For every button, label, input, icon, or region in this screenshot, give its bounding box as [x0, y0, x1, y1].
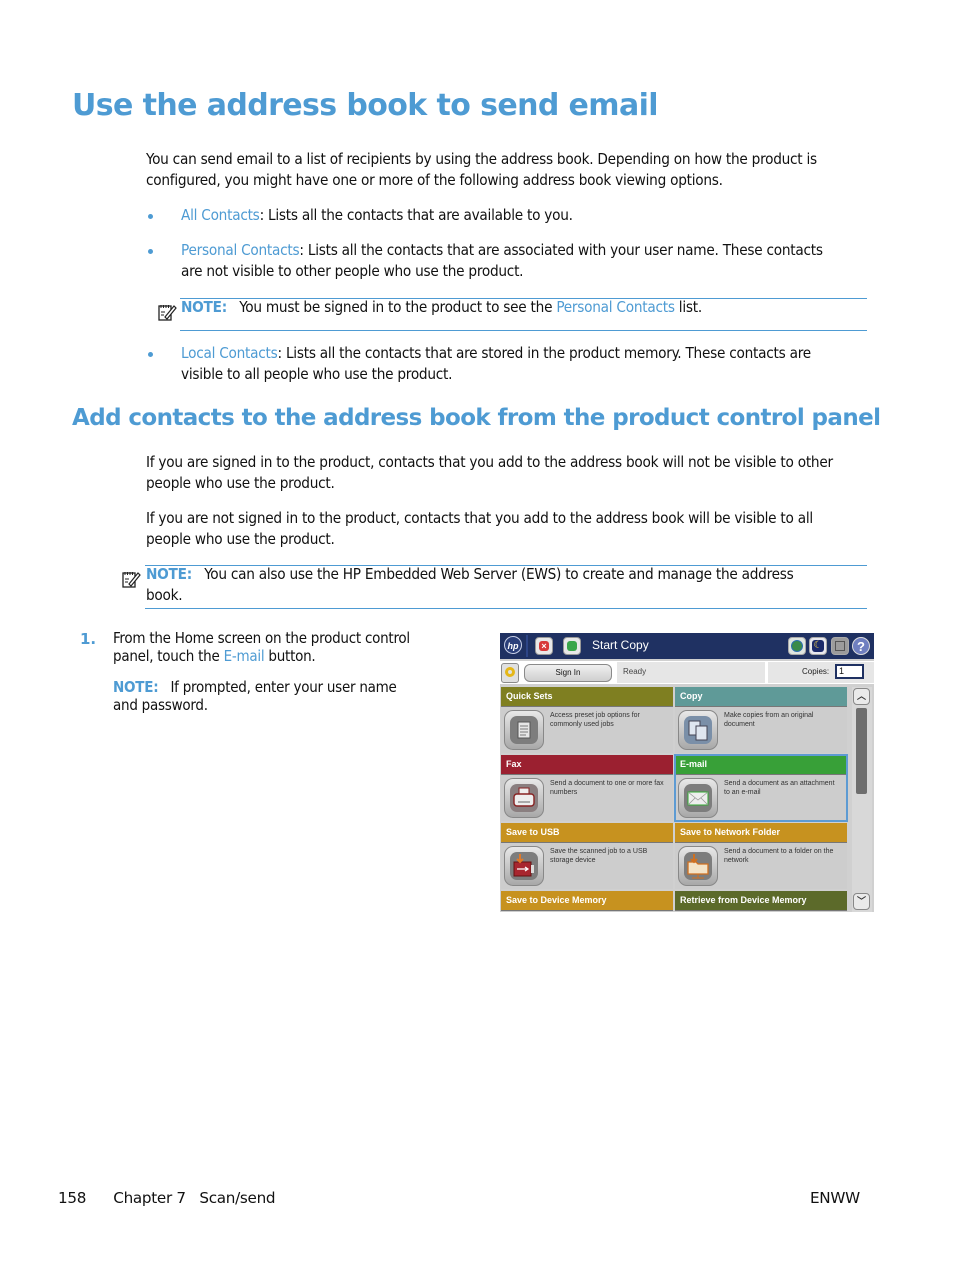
control-panel-top-bar: hp × Start Copy ☾ ? [500, 633, 874, 659]
usb-icon [504, 846, 544, 886]
all-contacts-link[interactable]: All Contacts [181, 206, 260, 224]
scroll-down-button[interactable]: ﹀ [853, 893, 870, 910]
option-all-contacts: All Contacts: Lists all the contacts tha… [181, 206, 573, 224]
step-1-text: From the Home screen on the product cont… [113, 629, 410, 665]
stop-button[interactable]: × [535, 637, 553, 655]
tile-title: E-mail [675, 755, 847, 775]
bullet-icon [148, 249, 153, 254]
section-label: Scan/send [199, 1189, 276, 1207]
tile-title: Fax [501, 755, 673, 775]
clipboard-icon [504, 710, 544, 750]
tile-fax[interactable]: Fax Send a document to one or more fax n… [501, 755, 673, 821]
bullet-icon [148, 214, 153, 219]
reset-button[interactable] [501, 663, 519, 683]
signed-in-paragraph: If you are signed in to the product, con… [146, 453, 833, 492]
tile-copy[interactable]: Copy Make copies from an original docume… [675, 687, 847, 753]
tile-save-to-usb[interactable]: Save to USB Save the scanned job to a US… [501, 823, 673, 889]
page-title: Use the address book to send email [72, 88, 659, 123]
tile-title: Quick Sets [501, 687, 673, 707]
step-number: 1. [80, 630, 97, 648]
tile-retrieve-from-device-memory[interactable]: Retrieve from Device Memory [675, 891, 847, 912]
language-button[interactable] [788, 637, 806, 655]
start-button[interactable] [563, 637, 581, 655]
copies-label: Copies: [802, 667, 830, 676]
stop-icon: × [539, 641, 549, 651]
status-bar: Sign In Ready Copies: 1 [500, 661, 874, 684]
tile-description: Make copies from an original document [724, 712, 814, 728]
personal-contacts-link[interactable]: Personal Contacts [556, 298, 675, 316]
section-title: Add contacts to the address book from th… [72, 405, 881, 431]
tile-title: Save to Device Memory [501, 891, 673, 911]
scrollbar-thumb[interactable] [856, 708, 867, 794]
status-text: Ready [617, 662, 765, 683]
network-icon [835, 641, 845, 651]
note-bottom-rule [180, 330, 867, 331]
tile-save-to-device-memory[interactable]: Save to Device Memory [501, 891, 673, 912]
local-contacts-link[interactable]: Local Contacts [181, 344, 278, 362]
note-label: NOTE: [146, 565, 192, 583]
start-copy-label: Start Copy [592, 638, 649, 652]
option-local-contacts: Local Contacts: Lists all the contacts t… [181, 344, 811, 383]
copies-input[interactable]: 1 [835, 664, 864, 679]
globe-icon [791, 640, 803, 652]
step-1-note: NOTE: If prompted, enter your user name … [113, 678, 397, 714]
note-ews: NOTE: You can also use the HP Embedded W… [146, 565, 794, 604]
sign-in-button[interactable]: Sign In [524, 664, 612, 682]
tile-title: Copy [675, 687, 847, 707]
help-button[interactable]: ? [852, 637, 870, 655]
fax-printer-icon [504, 778, 544, 818]
note-bottom-rule [145, 608, 867, 609]
scrollbar[interactable]: ︿ ﹀ [852, 687, 872, 912]
network-button[interactable] [831, 637, 849, 655]
note-personal-contacts: NOTE: You must be signed in to the produ… [181, 298, 702, 316]
note-label: NOTE: [113, 678, 159, 696]
tile-email[interactable]: E-mail Send a document as an attachment … [674, 754, 848, 822]
hp-logo: hp [502, 635, 528, 657]
note-label: NOTE: [181, 298, 227, 316]
sleep-button[interactable]: ☾ [809, 637, 827, 655]
reset-icon [505, 667, 515, 677]
tile-quick-sets[interactable]: Quick Sets Access preset job options for… [501, 687, 673, 753]
tile-title: Retrieve from Device Memory [675, 891, 847, 911]
start-icon [567, 641, 577, 651]
footer-left: 158 Chapter 7 Scan/send [58, 1189, 276, 1207]
page-number: 158 [58, 1189, 87, 1207]
copies-area: Copies: 1 [768, 662, 874, 683]
option-personal-contacts: Personal Contacts: Lists all the contact… [181, 241, 823, 280]
email-link[interactable]: E-mail [224, 647, 265, 665]
not-signed-in-paragraph: If you are not signed in to the product,… [146, 509, 813, 548]
tile-title: Save to Network Folder [675, 823, 847, 843]
network-folder-icon [678, 846, 718, 886]
tile-description: Access preset job options for commonly u… [550, 712, 640, 728]
tile-description: Send a document to a folder on the netwo… [724, 848, 834, 864]
tile-save-to-network-folder[interactable]: Save to Network Folder Send a document t… [675, 823, 847, 889]
intro-paragraph: You can send email to a list of recipien… [146, 150, 817, 189]
tile-title: Save to USB [501, 823, 673, 843]
note-pencil-icon [122, 572, 141, 588]
tile-description: Save the scanned job to a USB storage de… [550, 848, 648, 864]
note-pencil-icon [158, 305, 177, 321]
control-panel-screenshot: hp × Start Copy ☾ ? Sign In Ready Copies… [500, 633, 874, 912]
personal-contacts-link[interactable]: Personal Contacts [181, 241, 300, 259]
scroll-up-button[interactable]: ︿ [853, 688, 870, 705]
bullet-icon [148, 352, 153, 357]
footer-right: ENWW [810, 1189, 860, 1207]
tile-description: Send a document to one or more fax numbe… [550, 780, 664, 796]
chapter-label: Chapter 7 [113, 1189, 186, 1207]
moon-icon: ☾ [812, 640, 824, 652]
copy-documents-icon [678, 710, 718, 750]
envelope-icon [678, 778, 718, 818]
tile-description: Send a document as an attachment to an e… [724, 780, 835, 796]
